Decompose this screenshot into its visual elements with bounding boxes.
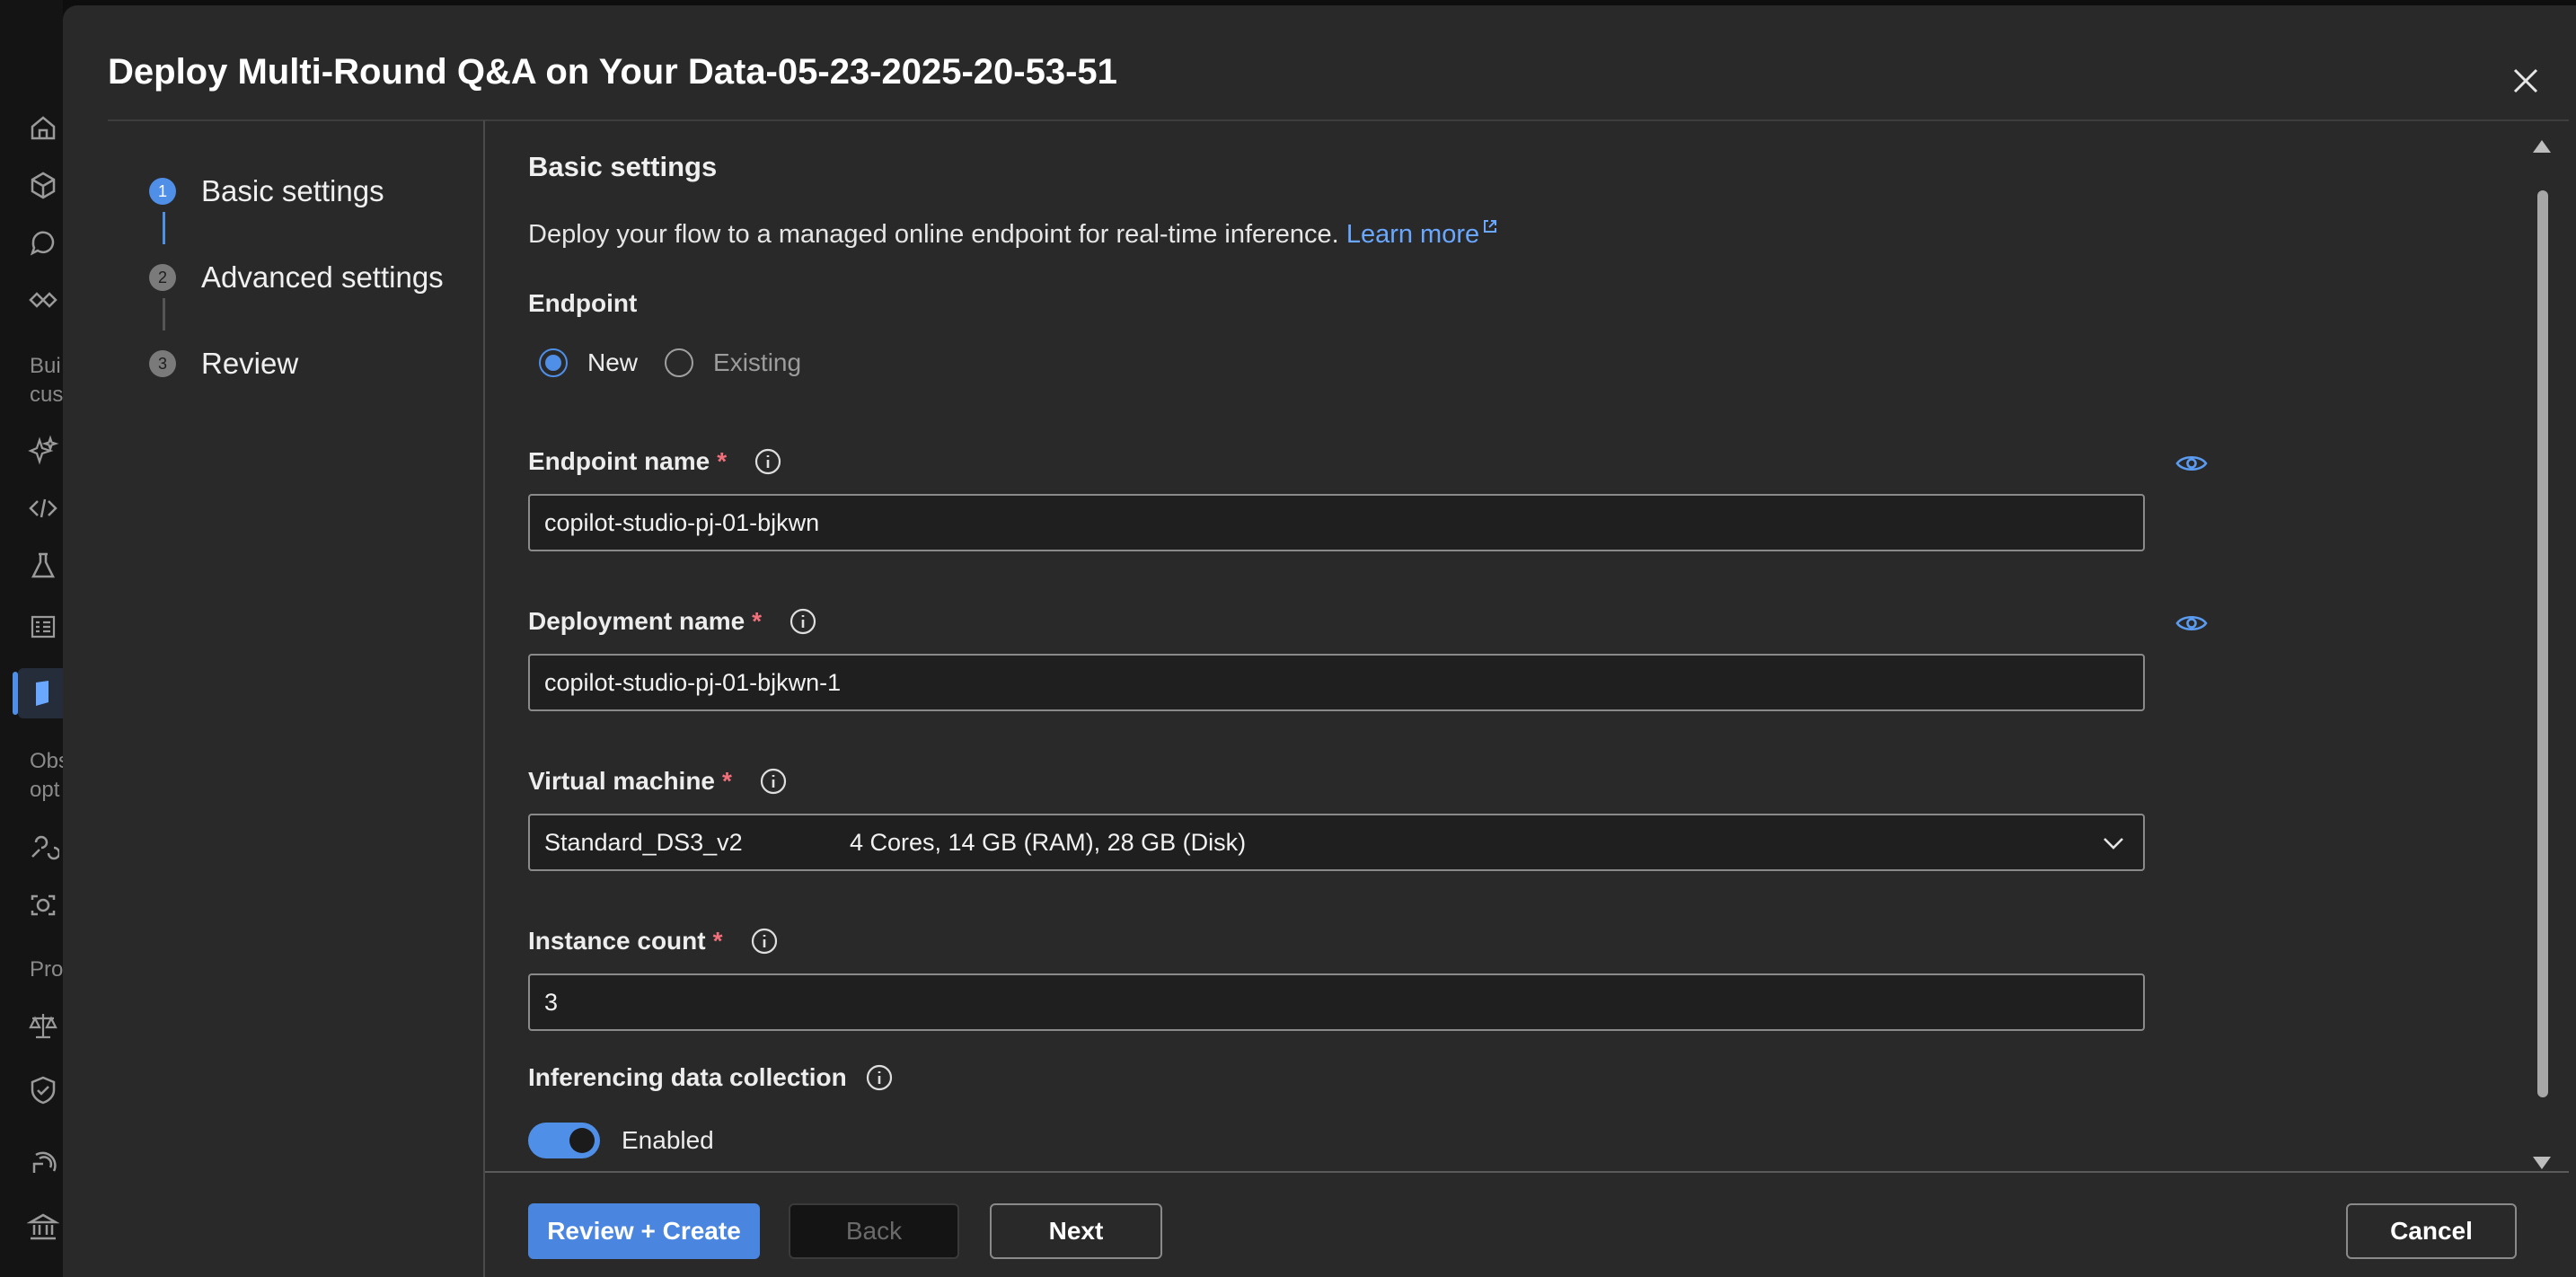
learn-more-link[interactable]: Learn more xyxy=(1346,220,1499,249)
info-icon[interactable] xyxy=(789,607,817,636)
deployment-name-input[interactable] xyxy=(528,654,2145,711)
monitor-icon[interactable] xyxy=(27,889,59,921)
rail-active-indicator xyxy=(13,672,18,715)
instance-count-label: Instance count * xyxy=(528,927,779,956)
step-label: Advanced settings xyxy=(201,260,444,294)
deployment-name-label: Deployment name * xyxy=(528,607,817,636)
radio-label: New xyxy=(587,348,639,376)
cancel-button[interactable]: Cancel xyxy=(2346,1203,2517,1259)
step-advanced-settings[interactable]: 2 Advanced settings xyxy=(149,255,444,300)
scroll-thumb[interactable] xyxy=(2537,190,2548,1097)
endpoint-label: Endpoint xyxy=(528,289,638,317)
radio-circle xyxy=(665,348,694,377)
radio-label: Existing xyxy=(713,348,802,376)
section-description: Deploy your flow to a managed online end… xyxy=(528,217,1499,250)
deploy-dialog: Deploy Multi-Round Q&A on Your Data-05-2… xyxy=(63,5,2576,1277)
data-collection-toggle[interactable] xyxy=(528,1123,600,1158)
endpoint-name-eye-icon[interactable] xyxy=(2175,453,2208,474)
footer-divider xyxy=(485,1171,2569,1173)
description-text: Deploy your flow to a managed online end… xyxy=(528,220,1339,249)
rail-section-build-2: cus xyxy=(30,383,63,407)
virtual-machine-label: Virtual machine * xyxy=(528,767,788,796)
rail-section-observe-2: opt xyxy=(30,778,60,802)
review-create-button[interactable]: Review + Create xyxy=(528,1203,760,1259)
radio-circle-selected xyxy=(539,348,568,377)
shield-icon[interactable] xyxy=(27,1074,59,1106)
step-connector xyxy=(163,298,165,330)
info-icon[interactable] xyxy=(754,447,782,476)
info-icon[interactable] xyxy=(759,767,788,796)
data-collection-toggle-row: Enabled xyxy=(528,1123,714,1158)
close-icon xyxy=(2513,68,2538,93)
prompt-flow-icon[interactable] xyxy=(27,677,59,709)
form-content: Basic settings Deploy your flow to a man… xyxy=(528,120,2504,1171)
scrollbar[interactable] xyxy=(2533,140,2553,1169)
model-catalog-icon[interactable] xyxy=(27,169,59,201)
step-label: Basic settings xyxy=(201,174,384,207)
dialog-title: Deploy Multi-Round Q&A on Your Data-05-2… xyxy=(108,52,1117,92)
next-button[interactable]: Next xyxy=(990,1203,1162,1259)
code-icon[interactable] xyxy=(27,492,59,524)
info-icon[interactable] xyxy=(750,927,779,956)
chevron-down-icon xyxy=(2100,830,2127,857)
endpoint-new-radio[interactable]: New xyxy=(539,348,638,377)
home-icon[interactable] xyxy=(27,111,59,144)
broadcast-icon[interactable] xyxy=(27,1146,59,1178)
section-title: Basic settings xyxy=(528,151,718,182)
rail-section-build-1: Bui xyxy=(30,354,61,378)
close-button[interactable] xyxy=(2506,61,2545,101)
data-collection-label: Inferencing data collection xyxy=(528,1063,894,1092)
chat-icon[interactable] xyxy=(27,226,59,259)
deployment-name-eye-icon[interactable] xyxy=(2175,612,2208,634)
endpoint-radio-group: New Existing xyxy=(539,348,828,377)
stepper-divider xyxy=(483,120,485,1277)
flask-icon[interactable] xyxy=(27,550,59,582)
endpoint-existing-radio[interactable]: Existing xyxy=(665,348,801,377)
vm-specs: 4 Cores, 14 GB (RAM), 28 GB (Disk) xyxy=(850,828,1247,856)
sparkle-icon[interactable] xyxy=(27,435,59,467)
scroll-up-arrow-icon[interactable] xyxy=(2533,140,2551,153)
step-review[interactable]: 3 Review xyxy=(149,341,298,386)
toggle-state-label: Enabled xyxy=(622,1126,714,1154)
step-number: 3 xyxy=(149,350,176,377)
instance-count-input[interactable] xyxy=(528,973,2145,1031)
tracing-icon[interactable] xyxy=(27,832,59,864)
info-icon[interactable] xyxy=(865,1063,894,1092)
scroll-down-arrow-icon[interactable] xyxy=(2533,1157,2551,1169)
rail-section-observe-1: Obs xyxy=(30,749,63,773)
vm-selected-value: Standard_DS3_v2 xyxy=(544,828,743,856)
scales-icon[interactable] xyxy=(27,1009,59,1042)
step-label: Review xyxy=(201,347,299,380)
link-icon[interactable] xyxy=(27,284,59,316)
endpoint-name-input[interactable] xyxy=(528,494,2145,551)
external-link-icon xyxy=(1484,220,1497,233)
step-basic-settings[interactable]: 1 Basic settings xyxy=(149,169,384,214)
back-button[interactable]: Back xyxy=(789,1203,959,1259)
step-number: 2 xyxy=(149,264,176,291)
endpoint-name-label: Endpoint name * xyxy=(528,447,782,476)
step-connector-active xyxy=(163,212,165,244)
virtual-machine-select[interactable]: Standard_DS3_v2 4 Cores, 14 GB (RAM), 28… xyxy=(528,814,2145,871)
step-number: 1 xyxy=(149,178,176,205)
rail-section-protect: Pro xyxy=(30,957,63,982)
bank-icon[interactable] xyxy=(27,1211,59,1243)
app-rail: Bui cus Obs opt Pro xyxy=(0,0,63,1277)
list-icon[interactable] xyxy=(27,611,59,643)
